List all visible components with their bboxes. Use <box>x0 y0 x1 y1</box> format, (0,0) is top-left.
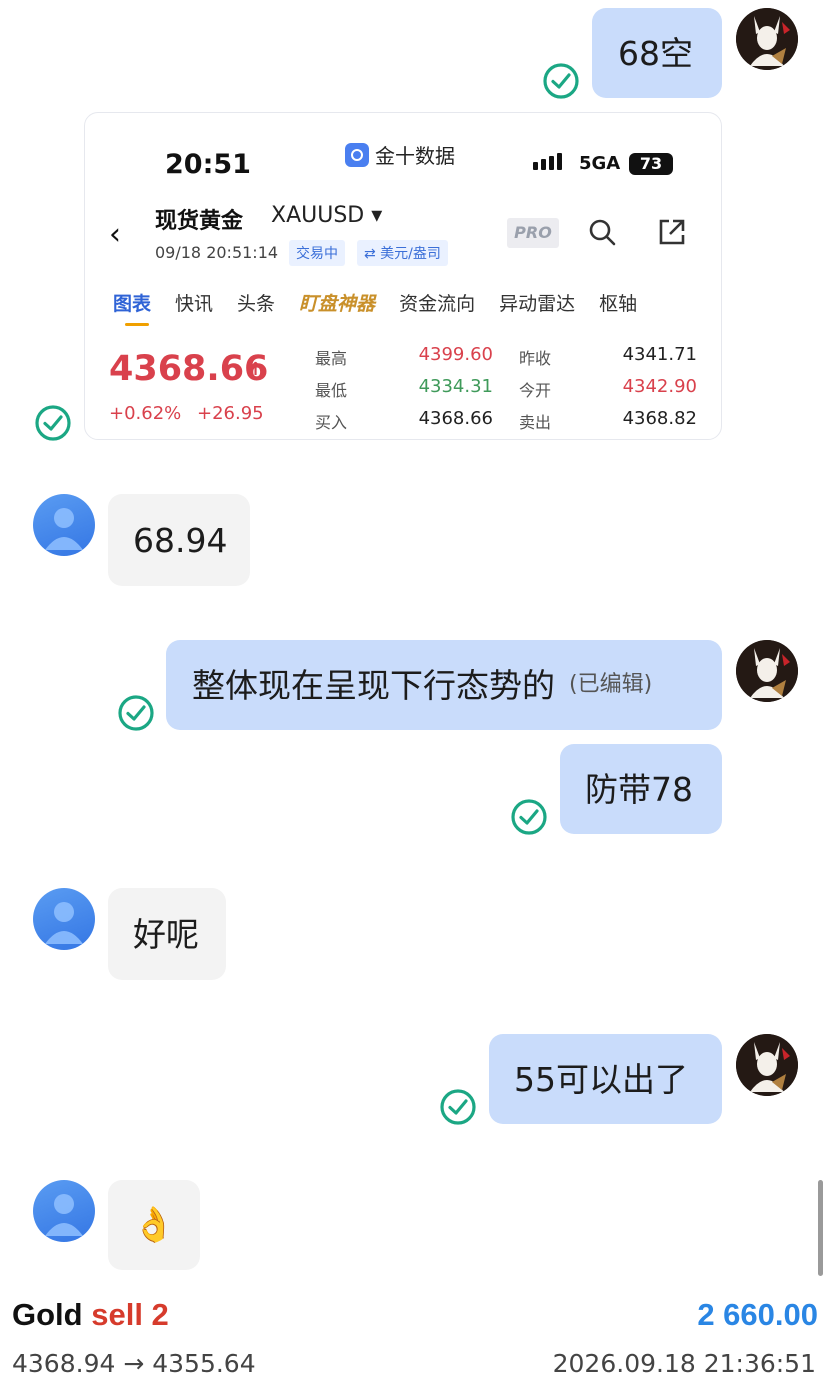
trade-instrument: Gold <box>12 1297 83 1332</box>
message-bubble[interactable]: 68空 <box>592 8 722 98</box>
quote-label-high: 最高 <box>315 349 348 368</box>
tab-flash[interactable]: 快讯 <box>175 289 213 316</box>
read-check-icon <box>439 1088 477 1126</box>
my-avatar[interactable] <box>736 8 798 70</box>
read-check-icon <box>34 404 72 442</box>
search-icon[interactable] <box>587 217 617 254</box>
tab-headlines[interactable]: 头条 <box>237 289 275 316</box>
quote-date: 09/18 20:51:14 <box>155 243 279 262</box>
quote-label-bid: 买入 <box>315 413 348 432</box>
message-text: 68.94 <box>133 520 228 560</box>
read-check-icon <box>542 62 580 100</box>
tab-capital-flow[interactable]: 资金流向 <box>399 289 475 316</box>
status-bar-time: 20:51 <box>165 149 251 180</box>
currency-badge: ⇄ 美元/盎司 <box>357 240 448 266</box>
trade-profit: 2 660.00 <box>697 1297 818 1332</box>
ok-hand-emoji: 👌 <box>132 1205 176 1245</box>
tab-watch[interactable]: 盯盘神器 <box>299 289 375 316</box>
message-text: 68空 <box>618 33 693 73</box>
up-arrow-icon: ↑ <box>248 359 264 380</box>
message-text: 55可以出了 <box>514 1059 688 1099</box>
tab-chart[interactable]: 图表 <box>113 289 151 326</box>
change-absolute: +26.95 <box>197 403 264 424</box>
message-text: 防带78 <box>585 769 693 809</box>
trade-prices: 4368.94 → 4355.64 <box>12 1349 256 1378</box>
my-avatar[interactable] <box>736 640 798 702</box>
contact-avatar[interactable] <box>33 1180 95 1242</box>
quote-value-bid: 4368.66 <box>418 408 493 429</box>
back-icon[interactable]: ‹ <box>109 217 121 252</box>
my-avatar[interactable] <box>736 1034 798 1096</box>
message-bubble[interactable]: 好呢 <box>108 888 226 980</box>
read-check-icon <box>117 694 155 732</box>
trade-summary-footer: Gold sell 2 2 660.00 4368.94 → 4355.64 2… <box>0 1285 830 1398</box>
contact-avatar[interactable] <box>33 494 95 556</box>
change-percent: +0.62% <box>109 403 182 424</box>
scrollbar[interactable] <box>818 1180 823 1276</box>
tab-pivot[interactable]: 枢轴 <box>599 289 637 316</box>
message-bubble[interactable]: 防带78 <box>560 744 722 834</box>
edited-label: (已编辑) <box>569 672 653 697</box>
message-text: 整体现在呈现下行态势的 <box>192 665 555 705</box>
app-title: 金十数据 <box>345 140 455 169</box>
network-label: 5GA <box>579 153 621 174</box>
quote-label-open: 今开 <box>519 381 552 400</box>
message-bubble[interactable]: 55可以出了 <box>489 1034 722 1124</box>
app-name: 金十数据 <box>375 144 455 168</box>
quote-label-low: 最低 <box>315 381 348 400</box>
message-bubble[interactable]: 👌 <box>108 1180 200 1270</box>
last-price: 4368.66 <box>109 349 269 389</box>
message-text: 好呢 <box>133 914 199 954</box>
trade-title: Gold sell 2 <box>12 1297 169 1333</box>
quote-value-high: 4399.60 <box>418 344 493 365</box>
quote-value-low: 4334.31 <box>418 376 493 397</box>
contact-avatar[interactable] <box>33 888 95 950</box>
tab-bar: 图表 快讯 头条 盯盘神器 资金流向 异动雷达 枢轴 <box>113 289 637 326</box>
read-check-icon <box>510 798 548 836</box>
quote-value-ask: 4368.82 <box>622 408 697 429</box>
quote-label-ask: 卖出 <box>519 413 552 432</box>
quote-value-prev-close: 4341.71 <box>622 344 697 365</box>
battery-icon: 73 <box>629 153 673 175</box>
instrument-title: 现货黄金 <box>155 209 244 234</box>
instrument-symbol[interactable]: XAUUSD ▾ <box>271 203 382 228</box>
quote-label-prev-close: 昨收 <box>519 349 552 368</box>
chat-area: 68空 20:51 金十数据 5GA 73 ‹ 现货黄金 XAUUSD ▾ 09… <box>0 0 830 1285</box>
pro-badge[interactable]: PRO <box>507 218 559 248</box>
tab-radar[interactable]: 异动雷达 <box>499 289 575 316</box>
trade-datetime: 2026.09.18 21:36:51 <box>552 1349 816 1378</box>
trading-status-badge: 交易中 <box>289 240 345 266</box>
message-bubble[interactable]: 68.94 <box>108 494 250 586</box>
market-screenshot-card[interactable]: 20:51 金十数据 5GA 73 ‹ 现货黄金 XAUUSD ▾ 09/18 … <box>84 112 722 440</box>
signal-icon <box>533 153 562 170</box>
trade-action: sell 2 <box>91 1297 169 1332</box>
share-icon[interactable] <box>657 217 687 247</box>
app-logo-icon <box>345 142 369 167</box>
message-bubble[interactable]: 整体现在呈现下行态势的 (已编辑) <box>166 640 722 730</box>
quote-value-open: 4342.90 <box>622 376 697 397</box>
